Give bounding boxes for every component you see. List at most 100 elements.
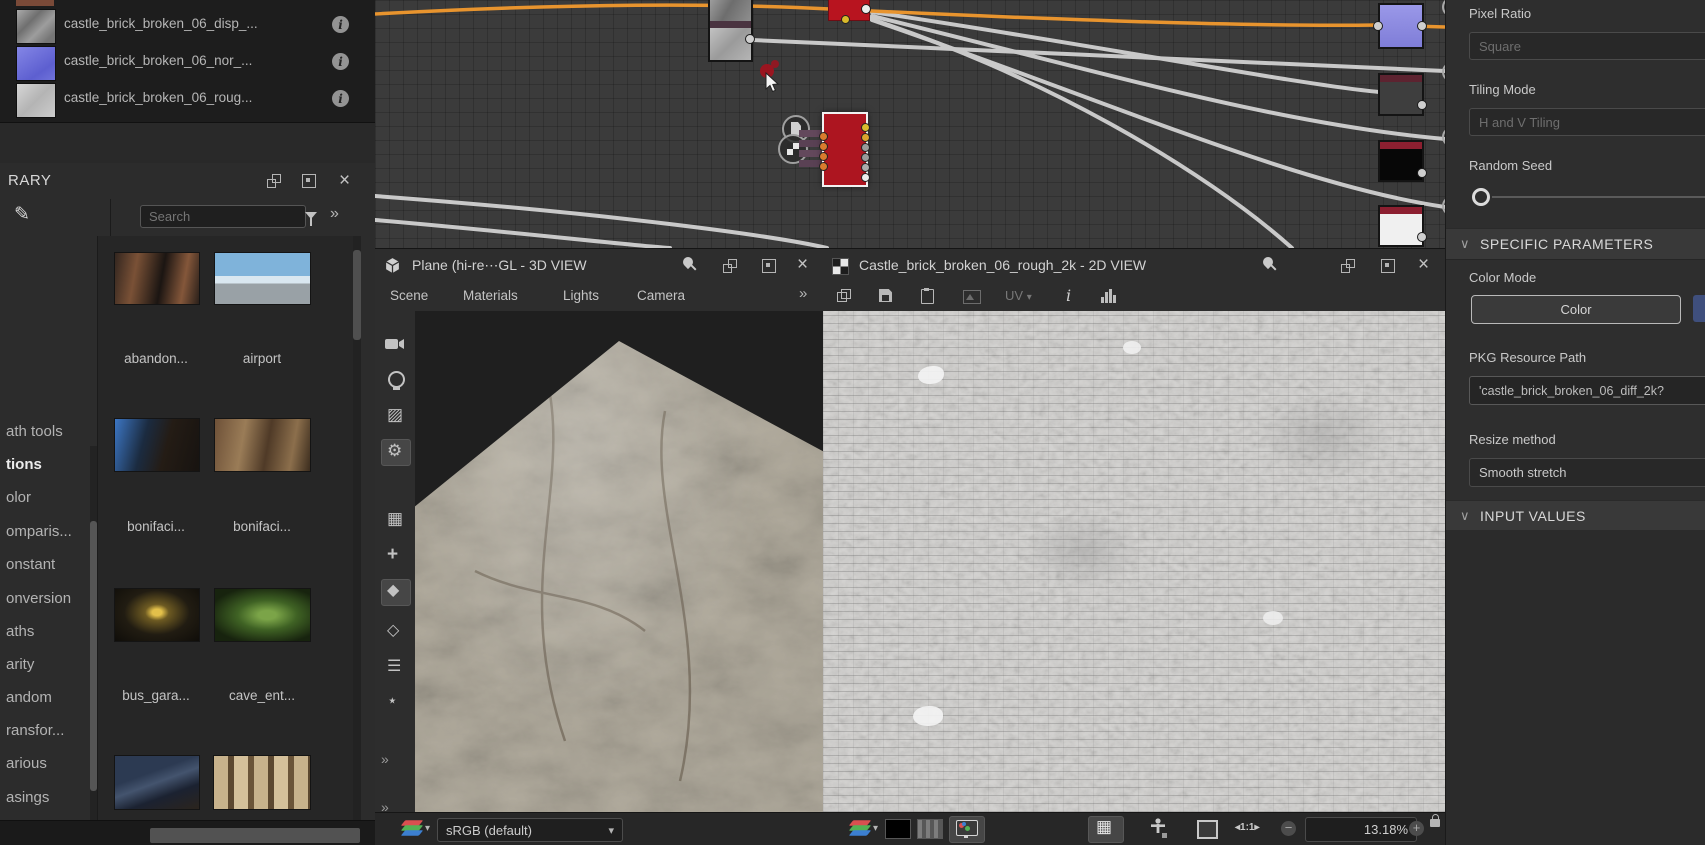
- node-input-dot[interactable]: [819, 132, 828, 141]
- zoom-value-box[interactable]: 13.18%: [1305, 817, 1417, 842]
- node-output-dot[interactable]: [861, 173, 870, 182]
- hdri-thumbnail-airport[interactable]: [214, 252, 311, 305]
- pin-icon[interactable]: [1260, 254, 1276, 270]
- node-gray[interactable]: [1378, 73, 1424, 116]
- horizontal-scrollbar-thumb[interactable]: [150, 828, 360, 843]
- node-output-dot[interactable]: [1417, 21, 1427, 31]
- grid-scrollbar-thumb[interactable]: [353, 250, 361, 340]
- random-seed-slider-handle[interactable]: [1472, 188, 1490, 206]
- pencil-icon[interactable]: ✎: [14, 205, 30, 224]
- view3d-titlebar[interactable]: Plane (hi-re⋯GL - 3D VIEW ×: [375, 248, 823, 283]
- category-item[interactable]: tions: [6, 453, 42, 477]
- black-swatch[interactable]: [885, 819, 911, 839]
- toolbar-overflow-chevron[interactable]: »: [381, 751, 389, 767]
- node-input-dot[interactable]: [819, 162, 828, 171]
- node-output-dot[interactable]: [1417, 168, 1427, 178]
- node-input-dot[interactable]: [819, 142, 828, 151]
- wand-icon[interactable]: ⋆: [387, 692, 398, 709]
- info-italic-icon[interactable]: i: [1066, 286, 1071, 305]
- menu-overflow-chevron[interactable]: »: [799, 285, 807, 302]
- hdri-thumbnail-bonifacio-2[interactable]: [214, 418, 311, 472]
- close-icon[interactable]: ×: [339, 171, 350, 190]
- zoom-in-button[interactable]: +: [1409, 821, 1424, 836]
- menu-scene[interactable]: Scene: [390, 288, 428, 303]
- info-icon[interactable]: i: [332, 16, 349, 33]
- color-layers-icon[interactable]: [848, 820, 872, 838]
- texture-list-row[interactable]: castle_brick_broken_06_roug... i: [0, 81, 375, 118]
- search-input[interactable]: [140, 205, 306, 228]
- node-output-dot[interactable]: [1417, 232, 1427, 242]
- category-item[interactable]: ransfor...: [6, 719, 64, 743]
- maximize-icon[interactable]: [1381, 259, 1395, 273]
- hdri-thumbnail-bus-garage[interactable]: [114, 588, 200, 642]
- move-axis-icon[interactable]: +: [387, 545, 398, 564]
- view2d-viewport[interactable]: [823, 311, 1445, 812]
- colorspace-dropdown[interactable]: sRGB (default) ▾: [437, 818, 623, 842]
- library-overflow-chevron[interactable]: »: [330, 205, 339, 223]
- gear-icon[interactable]: ⚙: [387, 442, 402, 459]
- node-graph-canvas[interactable]: [375, 0, 1445, 249]
- perspective-grid-icon[interactable]: ▦: [387, 510, 403, 527]
- float-window-icon[interactable]: [267, 174, 281, 188]
- grayscale-button-partial[interactable]: [1693, 295, 1705, 322]
- camera-icon[interactable]: [385, 337, 405, 351]
- copy-view-icon[interactable]: [837, 289, 851, 303]
- node-output-dot[interactable]: [861, 133, 870, 142]
- node-input-dot[interactable]: [1373, 21, 1383, 31]
- node-connector-dot[interactable]: [841, 15, 850, 24]
- menu-lights[interactable]: Lights: [563, 288, 599, 303]
- category-item[interactable]: aths: [6, 620, 34, 644]
- maximize-icon[interactable]: [302, 174, 316, 188]
- random-seed-slider-track[interactable]: [1492, 196, 1705, 198]
- menu-materials[interactable]: Materials: [463, 288, 518, 303]
- category-item[interactable]: onversion: [6, 587, 71, 611]
- node-output-dot[interactable]: [745, 34, 755, 44]
- zoom-out-button[interactable]: −: [1281, 821, 1296, 836]
- layers-stack-icon[interactable]: ☰: [387, 659, 401, 675]
- category-item[interactable]: omparis...: [6, 520, 72, 544]
- hdri-thumbnail-cave-entrance[interactable]: [214, 588, 311, 642]
- float-window-icon[interactable]: [723, 259, 737, 273]
- input-values-header[interactable]: ∨ INPUT VALUES: [1446, 500, 1705, 532]
- category-item[interactable]: olor: [6, 486, 31, 510]
- resize-method-dropdown[interactable]: Smooth stretch: [1469, 458, 1705, 487]
- category-item[interactable]: arity: [6, 653, 34, 677]
- info-icon[interactable]: i: [332, 53, 349, 70]
- node-output-dot[interactable]: [1417, 100, 1427, 110]
- category-item[interactable]: arious: [6, 752, 47, 776]
- hdri-thumbnail-bonifacio-1[interactable]: [114, 418, 200, 472]
- color-layers-icon[interactable]: [400, 820, 424, 838]
- view3d-viewport[interactable]: [415, 311, 823, 812]
- texture-list-row[interactable]: castle_brick_broken_06_nor_... i: [0, 44, 375, 81]
- pin-icon[interactable]: [680, 254, 696, 270]
- image-icon[interactable]: ▨: [387, 406, 403, 423]
- pkg-resource-path-field[interactable]: 'castle_brick_broken_06_diff_2k?: [1469, 376, 1705, 405]
- menu-camera[interactable]: Camera: [637, 288, 685, 303]
- cube-solid-icon[interactable]: ◆: [387, 583, 399, 599]
- save-icon[interactable]: [879, 289, 892, 302]
- close-icon[interactable]: ×: [797, 255, 808, 274]
- node-output-dot[interactable]: [861, 143, 870, 152]
- chevron-down-icon[interactable]: ▾: [425, 823, 430, 834]
- node-texture-stack[interactable]: [708, 0, 753, 62]
- cube-wire-icon[interactable]: ◇: [387, 623, 399, 639]
- node-output-dot[interactable]: [861, 123, 870, 132]
- node-output-dot[interactable]: [861, 163, 870, 172]
- color-mode-button[interactable]: Color: [1471, 295, 1681, 324]
- category-item[interactable]: asings: [6, 786, 49, 810]
- category-item[interactable]: andom: [6, 686, 52, 710]
- view2d-titlebar[interactable]: Castle_brick_broken_06_rough_2k - 2D VIE…: [823, 248, 1445, 283]
- category-item[interactable]: ath tools: [6, 420, 63, 444]
- texture-list-row[interactable]: castle_brick_broken_06_disp_... i: [0, 7, 375, 44]
- node-output-dot[interactable]: [861, 153, 870, 162]
- node-output-dot[interactable]: [861, 4, 871, 14]
- hdri-thumbnail-room[interactable]: [213, 755, 311, 810]
- histogram-icon[interactable]: [1101, 289, 1117, 303]
- lock-icon[interactable]: [1430, 814, 1440, 827]
- hdri-thumbnail-night[interactable]: [114, 755, 200, 810]
- grid-scrollbar[interactable]: [353, 236, 361, 820]
- category-item[interactable]: onstant: [6, 553, 55, 577]
- fit-frame-icon[interactable]: [1197, 820, 1218, 839]
- node-white[interactable]: [1378, 205, 1424, 247]
- category-scrollbar-thumb[interactable]: [90, 521, 97, 791]
